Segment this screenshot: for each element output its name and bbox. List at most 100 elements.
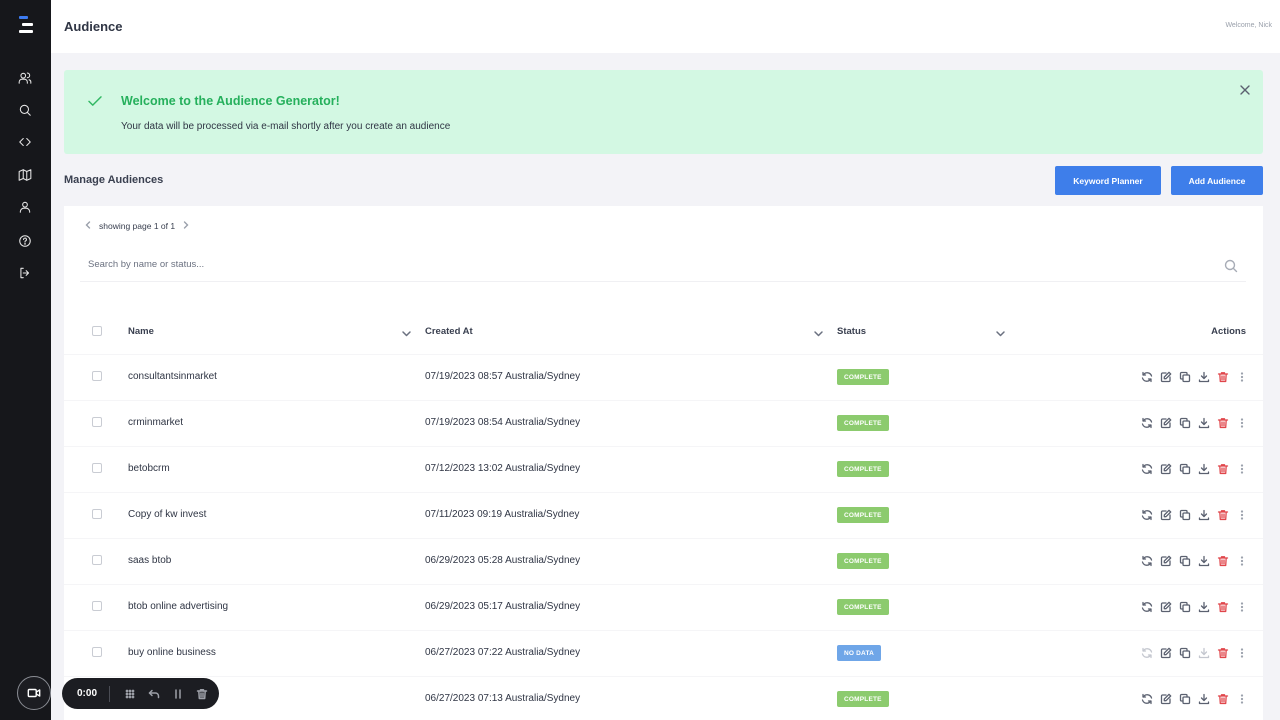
more-icon[interactable]: [1235, 554, 1249, 568]
table-row[interactable]: consultantsinmarket 07/19/2023 08:57 Aust…: [64, 354, 1263, 400]
undo-icon[interactable]: [142, 682, 166, 706]
copy-icon[interactable]: [1178, 462, 1192, 476]
created-at: 06/27/2023 07:22 Australia/Sydney: [425, 647, 581, 658]
refresh-icon[interactable]: [1140, 370, 1154, 384]
row-checkbox[interactable]: [92, 463, 102, 473]
refresh-icon[interactable]: [1140, 600, 1154, 614]
table-row[interactable]: betobcrm 07/12/2023 13:02 Australia/Sydne…: [64, 446, 1263, 492]
edit-icon[interactable]: [1159, 508, 1173, 522]
map-icon[interactable]: [15, 165, 35, 185]
refresh-icon[interactable]: [1140, 646, 1154, 660]
download-icon[interactable]: [1197, 554, 1211, 568]
trash-icon[interactable]: [1216, 600, 1230, 614]
copy-icon[interactable]: [1178, 370, 1192, 384]
more-icon[interactable]: [1235, 646, 1249, 660]
edit-icon[interactable]: [1159, 692, 1173, 706]
download-icon[interactable]: [1197, 646, 1211, 660]
row-checkbox[interactable]: [92, 371, 102, 381]
more-icon[interactable]: [1235, 692, 1249, 706]
copy-icon[interactable]: [1178, 554, 1192, 568]
audience-name[interactable]: Copy of kw invest: [128, 509, 206, 520]
audience-name[interactable]: buy online business: [128, 647, 216, 658]
download-icon[interactable]: [1197, 600, 1211, 614]
download-icon[interactable]: [1197, 370, 1211, 384]
download-icon[interactable]: [1197, 462, 1211, 476]
audience-name[interactable]: crminmarket: [128, 417, 183, 428]
refresh-icon[interactable]: [1140, 554, 1154, 568]
search-icon[interactable]: [1224, 259, 1238, 273]
column-created-at[interactable]: Created At: [425, 326, 473, 337]
more-icon[interactable]: [1235, 370, 1249, 384]
refresh-icon[interactable]: [1140, 462, 1154, 476]
copy-icon[interactable]: [1178, 692, 1192, 706]
grid-handle-icon[interactable]: [118, 682, 142, 706]
copy-icon[interactable]: [1178, 646, 1192, 660]
edit-icon[interactable]: [1159, 554, 1173, 568]
table-row[interactable]: saas btob 06/29/2023 05:28 Australia/Sydn…: [64, 538, 1263, 584]
users-icon[interactable]: [15, 68, 35, 88]
pause-icon[interactable]: [166, 682, 190, 706]
download-icon[interactable]: [1197, 416, 1211, 430]
trash-icon[interactable]: [1216, 416, 1230, 430]
table-row[interactable]: btob online advertising 06/29/2023 05:17 …: [64, 584, 1263, 630]
audience-name[interactable]: consultantsinmarket: [128, 371, 217, 382]
add-audience-button[interactable]: Add Audience: [1171, 166, 1263, 195]
row-checkbox[interactable]: [92, 555, 102, 565]
help-icon[interactable]: [15, 231, 35, 251]
chevron-right-icon[interactable]: [182, 221, 190, 231]
copy-icon[interactable]: [1178, 416, 1192, 430]
copy-icon[interactable]: [1178, 600, 1192, 614]
trash-icon[interactable]: [1216, 646, 1230, 660]
table-row[interactable]: crminmarket 07/19/2023 08:54 Australia/Sy…: [64, 400, 1263, 446]
audience-name[interactable]: saas btob: [128, 555, 171, 566]
row-checkbox[interactable]: [92, 417, 102, 427]
row-checkbox[interactable]: [92, 509, 102, 519]
app-logo[interactable]: [16, 15, 36, 35]
logout-icon[interactable]: [15, 263, 35, 283]
trash-icon[interactable]: [1216, 692, 1230, 706]
more-icon[interactable]: [1235, 462, 1249, 476]
edit-icon[interactable]: [1159, 646, 1173, 660]
audience-name[interactable]: betobcrm: [128, 463, 170, 474]
chevron-down-icon[interactable]: [401, 326, 412, 337]
table-row[interactable]: Copy of kw invest 07/11/2023 09:19 Austra…: [64, 492, 1263, 538]
chevron-down-icon[interactable]: [995, 326, 1006, 337]
edit-icon[interactable]: [1159, 416, 1173, 430]
edit-icon[interactable]: [1159, 462, 1173, 476]
edit-icon[interactable]: [1159, 600, 1173, 614]
row-checkbox[interactable]: [92, 647, 102, 657]
edit-icon[interactable]: [1159, 370, 1173, 384]
more-icon[interactable]: [1235, 508, 1249, 522]
video-camera-icon[interactable]: [17, 676, 51, 710]
refresh-icon[interactable]: [1140, 508, 1154, 522]
row-checkbox[interactable]: [92, 601, 102, 611]
close-icon[interactable]: [1239, 83, 1251, 95]
search-input[interactable]: [88, 259, 1188, 270]
trash-icon[interactable]: [1216, 370, 1230, 384]
column-name[interactable]: Name: [128, 326, 154, 337]
table-row[interactable]: 06/27/2023 07:13 Australia/Sydney COMPLET…: [64, 676, 1263, 720]
refresh-icon[interactable]: [1140, 692, 1154, 706]
audience-name[interactable]: btob online advertising: [128, 601, 228, 612]
trash-icon[interactable]: [1216, 462, 1230, 476]
refresh-icon[interactable]: [1140, 416, 1154, 430]
status-badge: NO DATA: [837, 645, 882, 661]
code-icon[interactable]: [15, 132, 35, 152]
trash-icon[interactable]: [1216, 554, 1230, 568]
user-icon[interactable]: [15, 197, 35, 217]
more-icon[interactable]: [1235, 416, 1249, 430]
chevron-left-icon[interactable]: [84, 221, 92, 231]
column-status[interactable]: Status: [837, 326, 866, 337]
table-row[interactable]: buy online business 06/27/2023 07:22 Aust…: [64, 630, 1263, 676]
chevron-down-icon[interactable]: [813, 326, 824, 337]
copy-icon[interactable]: [1178, 508, 1192, 522]
search-icon[interactable]: [15, 100, 35, 120]
select-all-checkbox[interactable]: [92, 326, 102, 336]
download-icon[interactable]: [1197, 692, 1211, 706]
audiences-card: showing page 1 of 1 Name Created At Stat…: [64, 206, 1263, 720]
download-icon[interactable]: [1197, 508, 1211, 522]
trash-icon[interactable]: [1216, 508, 1230, 522]
trash-icon[interactable]: [190, 682, 214, 706]
more-icon[interactable]: [1235, 600, 1249, 614]
keyword-planner-button[interactable]: Keyword Planner: [1055, 166, 1161, 195]
